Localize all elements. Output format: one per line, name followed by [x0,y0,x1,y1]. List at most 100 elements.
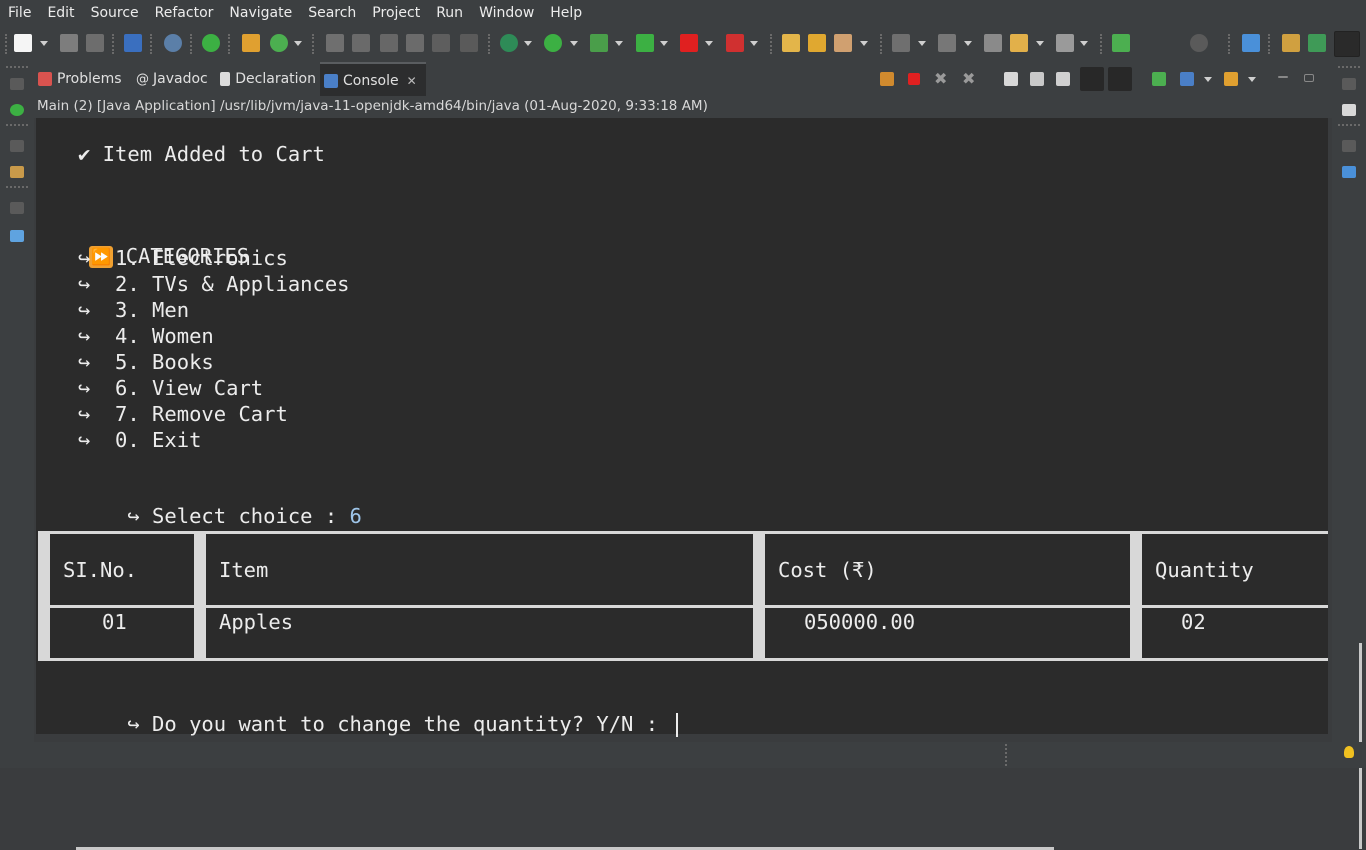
save-all-icon[interactable] [86,34,104,52]
outline-icon[interactable] [1342,166,1356,178]
terminate-icon[interactable] [908,73,920,85]
open-resource-icon[interactable] [808,34,826,52]
package-explorer-icon[interactable] [10,166,24,178]
toolbar-separator [488,34,490,54]
show-whitespace-icon[interactable] [460,34,478,52]
pin-editor-icon[interactable] [1112,34,1130,52]
server-icon[interactable] [10,104,24,116]
previous-annotation-dropdown-icon[interactable] [964,41,972,46]
run-last-tool-icon[interactable] [636,34,654,52]
debug-icon[interactable] [500,34,518,52]
pin-console-icon[interactable] [1152,72,1166,86]
run-last-tool-dropdown-icon[interactable] [660,41,668,46]
word-wrap-icon[interactable] [1056,72,1070,86]
menu-search[interactable]: Search [300,5,364,21]
stop-icon[interactable] [680,34,698,52]
tip-lightbulb-icon[interactable] [1344,746,1354,758]
category-option: ↪ 2. TVs & Appliances [78,272,350,296]
new-class-icon[interactable] [270,34,288,52]
remove-launch-icon[interactable]: ✖ [934,69,948,88]
block-selection-icon[interactable] [432,34,450,52]
open-console-icon[interactable] [1224,72,1238,86]
disconnect-icon[interactable] [880,72,894,86]
show-on-stdout-icon[interactable] [1080,67,1104,91]
tab-javadoc[interactable]: @ Javadoc [136,62,214,96]
category-option: ↪ 6. View Cart [78,376,264,400]
external-tools-dropdown-icon[interactable] [750,41,758,46]
last-edit-icon[interactable] [984,34,1002,52]
search-tool-icon[interactable] [834,34,852,52]
editor-area-icon[interactable] [10,230,24,242]
back-dropdown-icon[interactable] [1036,41,1044,46]
menu-edit[interactable]: Edit [39,5,82,21]
toolbar-separator [312,34,314,54]
menu-project[interactable]: Project [364,5,428,21]
restore-icon[interactable] [1342,140,1356,152]
menu-navigate[interactable]: Navigate [221,5,300,21]
new-package-icon[interactable] [242,34,260,52]
tab-declaration[interactable]: Declaration [220,62,316,96]
menu-refactor[interactable]: Refactor [147,5,222,21]
search-dropdown-icon[interactable] [860,41,868,46]
power-icon[interactable] [202,34,220,52]
new-class-dropdown-icon[interactable] [294,41,302,46]
open-perspective-icon[interactable] [1242,34,1260,52]
stop-dropdown-icon[interactable] [705,41,713,46]
run-dropdown-icon[interactable] [570,41,578,46]
minimize-icon[interactable] [1278,76,1288,78]
restore-icon[interactable] [10,202,24,214]
run-icon[interactable] [544,34,562,52]
coverage-dropdown-icon[interactable] [615,41,623,46]
skip-breakpoints-icon[interactable] [164,34,182,52]
highlight-icon[interactable] [352,34,370,52]
menu-run[interactable]: Run [428,5,471,21]
debug-perspective-icon[interactable] [1308,34,1326,52]
trim-separator [6,66,28,68]
previous-annotation-icon[interactable] [938,34,956,52]
remove-all-terminated-icon[interactable]: ✖ [962,69,976,88]
menu-help[interactable]: Help [542,5,590,21]
restore-icon[interactable] [1342,78,1356,90]
save-icon[interactable] [60,34,78,52]
mark-icon[interactable] [380,34,398,52]
back-arrow-icon[interactable] [1010,34,1028,52]
search-icon[interactable] [1190,34,1208,52]
show-on-stderr-icon[interactable] [1108,67,1132,91]
open-console-dropdown-icon[interactable] [1248,77,1256,82]
restore-icon[interactable] [10,78,24,90]
display-console-dropdown-icon[interactable] [1204,77,1212,82]
format-icon[interactable] [406,34,424,52]
forward-arrow-icon[interactable] [1056,34,1074,52]
task-list-icon[interactable] [1342,104,1356,116]
menu-file[interactable]: File [0,5,39,21]
scroll-lock-icon[interactable] [1030,72,1044,86]
debug-dropdown-icon[interactable] [524,41,532,46]
menu-window[interactable]: Window [471,5,542,21]
clear-console-icon[interactable] [1004,72,1018,86]
display-console-icon[interactable] [1180,72,1194,86]
change-prompt: ↪ Do you want to change the quantity? Y/… [127,712,671,736]
java-perspective-icon[interactable] [1282,34,1300,52]
table-cell-quantity: 02 [1181,610,1206,634]
tab-label: Javadoc [153,71,208,87]
console-output[interactable]: ✔ Item Added to Cart ⏩ CATEGORIES ↪ 1. E… [36,118,1362,850]
forward-dropdown-icon[interactable] [1080,41,1088,46]
external-tools-icon[interactable] [726,34,744,52]
java-ee-perspective-icon[interactable] [1334,31,1360,57]
new-dropdown-icon[interactable] [40,41,48,46]
tab-console[interactable]: Console ✕ [320,62,426,98]
annotation-icon[interactable] [326,34,344,52]
coverage-icon[interactable] [590,34,608,52]
next-annotation-icon[interactable] [892,34,910,52]
close-tab-icon[interactable]: ✕ [407,74,417,88]
open-type-icon[interactable] [782,34,800,52]
terminal-icon[interactable] [124,34,142,52]
menu-source[interactable]: Source [83,5,147,21]
category-option: ↪ 3. Men [78,298,190,322]
restore-icon[interactable] [10,140,24,152]
category-option: ↪ 0. Exit [78,428,202,452]
maximize-icon[interactable] [1304,74,1314,82]
tab-problems[interactable]: Problems [38,62,130,96]
next-annotation-dropdown-icon[interactable] [918,41,926,46]
new-icon[interactable] [14,34,32,52]
